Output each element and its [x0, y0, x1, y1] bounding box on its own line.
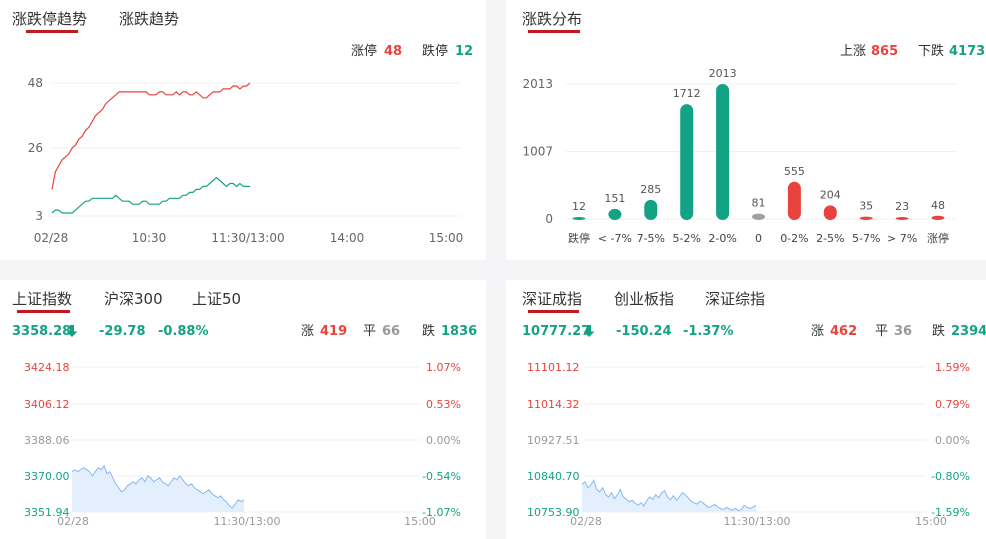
y-tick-left: 3388.06	[24, 434, 70, 447]
y-tick-right: 0.53%	[426, 398, 461, 411]
y-tick-left: 3370.00	[24, 470, 70, 483]
bar-value-label: 285	[640, 183, 661, 196]
y-tick-left: 11101.12	[527, 361, 580, 374]
category-label: > 7%	[887, 232, 917, 245]
y-tick-label: 1007	[522, 144, 553, 158]
distribution-bar	[644, 199, 658, 220]
category-label: 0	[755, 232, 762, 245]
distribution-chart: 2013 1007 0 12 跌停 151 < -7% 285 7-5% 1712 5-2% 2013…	[522, 67, 956, 245]
y-tick-left: 10927.51	[527, 434, 580, 447]
limit-trend-chart: 48 26 3 02/28 10:30 11:30/13:00 14:00 15:00	[28, 76, 464, 245]
bar-value-label: 23	[895, 200, 909, 213]
y-tick-label: 0	[545, 212, 553, 226]
bar-value-label: 151	[604, 192, 625, 205]
sz-intraday-chart: 11101.12 1.59% 11014.32 0.79% 10927.51 0.00% 1…	[527, 361, 970, 528]
y-tick-right: 1.59%	[935, 361, 970, 374]
sh-index-panel: 上证指数 沪深300 上证50 3358.28 -29.78 -0.88% 涨 …	[0, 280, 486, 539]
bar-value-label: 2013	[709, 67, 737, 80]
y-tick-right: -0.80%	[931, 470, 970, 483]
y-tick-right: 1.07%	[426, 361, 461, 374]
x-tick-label: 10:30	[132, 231, 167, 245]
bar-value-label: 1712	[673, 87, 701, 100]
distribution-bar	[859, 216, 873, 220]
distribution-bar	[752, 213, 765, 220]
bar-value-label: 555	[784, 165, 805, 178]
y-tick-left: 3406.12	[24, 398, 70, 411]
bar-value-label: 48	[931, 199, 945, 212]
category-label: 涨停	[927, 231, 949, 245]
limit-trend-panel: 涨跌停趋势 涨跌趋势 涨停 48 跌停 12 48 26 3 02/28 10:30 11…	[0, 0, 486, 260]
x-tick-label: 14:00	[330, 231, 365, 245]
bar-value-label: 81	[752, 197, 766, 210]
y-tick-right: 0.00%	[935, 434, 970, 447]
category-label: 0-2%	[780, 232, 808, 245]
y-tick-right: -0.54%	[422, 470, 461, 483]
category-label: 跌停	[568, 231, 590, 245]
y-tick-right: 0.79%	[935, 398, 970, 411]
x-tick-label: 02/28	[57, 515, 89, 528]
x-tick-label: 11:30/13:00	[213, 515, 280, 528]
category-label: 5-7%	[852, 232, 880, 245]
category-label: 2-0%	[708, 232, 736, 245]
x-tick-label: 11:30/13:00	[211, 231, 284, 245]
y-tick-right: 0.00%	[426, 434, 461, 447]
distribution-bar	[787, 181, 801, 220]
y-tick-left: 11014.32	[527, 398, 580, 411]
distribution-bar	[572, 217, 586, 220]
distribution-bar	[680, 104, 694, 220]
x-tick-label: 02/28	[570, 515, 602, 528]
distribution-bar	[895, 217, 909, 220]
bar-value-label: 35	[859, 200, 873, 213]
x-tick-label: 15:00	[429, 231, 464, 245]
distribution-bar	[931, 215, 945, 220]
x-tick-label: 15:00	[915, 515, 947, 528]
x-tick-label: 11:30/13:00	[723, 515, 790, 528]
price-area-fill	[72, 465, 244, 512]
limit-up-line	[51, 82, 251, 190]
distribution-bar	[716, 84, 730, 220]
distribution-bar	[608, 208, 622, 220]
y-tick-label: 26	[28, 141, 43, 155]
bar-value-label: 204	[820, 188, 841, 201]
category-label: 5-2%	[672, 232, 700, 245]
y-tick-label: 48	[28, 76, 43, 90]
bar-value-label: 12	[572, 200, 586, 213]
category-label: 7-5%	[637, 232, 665, 245]
x-tick-label: 15:00	[404, 515, 436, 528]
y-tick-label: 3	[35, 209, 43, 223]
y-tick-left: 3424.18	[24, 361, 70, 374]
category-label: < -7%	[598, 232, 632, 245]
limit-down-line	[51, 176, 250, 214]
y-tick-left: 10840.70	[527, 470, 580, 483]
sh-intraday-chart: 3424.18 1.07% 3406.12 0.53% 3388.06 0.00% 3370…	[24, 361, 461, 528]
category-label: 2-5%	[816, 232, 844, 245]
distribution-bar	[823, 205, 837, 220]
distribution-panel: 涨跌分布 上涨 865 下跌 4173 2013 1007 0 12 跌停 151 < -7…	[506, 0, 986, 260]
sz-index-panel: 深证成指 创业板指 深证综指 10777.27 -150.24 -1.37% 涨…	[506, 280, 986, 539]
x-tick-label: 02/28	[34, 231, 69, 245]
y-tick-label: 2013	[522, 77, 553, 91]
